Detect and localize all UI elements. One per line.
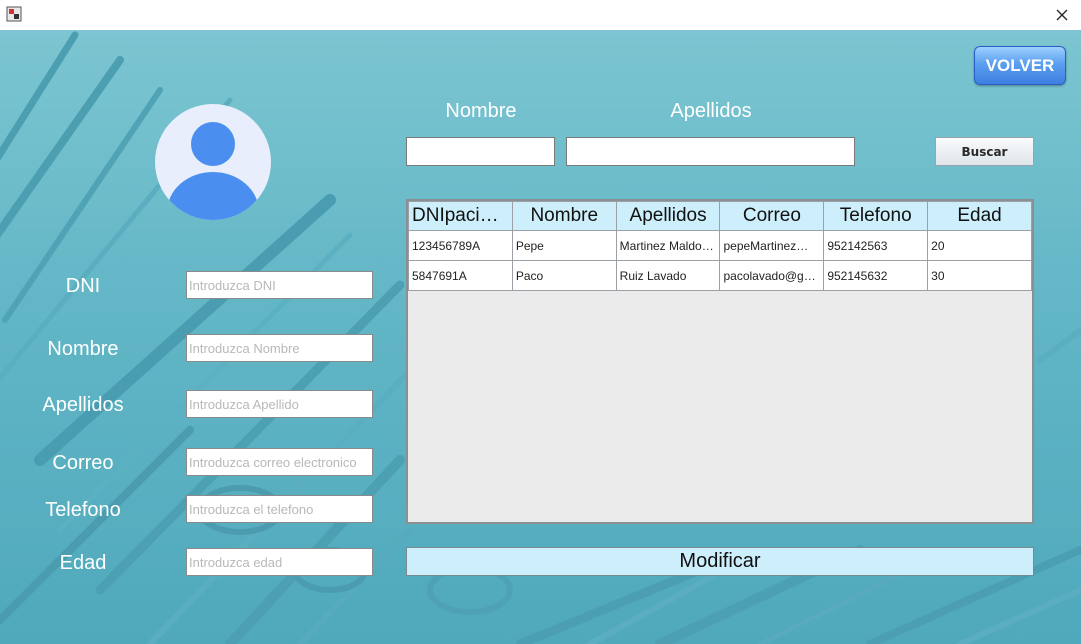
modificar-button[interactable]: Modificar — [406, 547, 1034, 576]
table-row[interactable]: 5847691A Paco Ruiz Lavado pacolavado@gma… — [408, 260, 1032, 291]
apellidos-field[interactable] — [186, 390, 373, 418]
correo-label: Correo — [52, 452, 114, 474]
volver-button[interactable]: VOLVER — [974, 46, 1066, 85]
table-cell[interactable]: 123456789A — [408, 230, 513, 261]
table-cell[interactable]: pepeMartinez@gmail.com — [719, 230, 825, 261]
dni-field[interactable] — [186, 271, 373, 299]
table-header-row: DNIpaciente Nombre Apellidos Correo Tele… — [408, 201, 1032, 231]
buscar-button[interactable]: Buscar — [935, 137, 1034, 166]
user-avatar-icon — [155, 104, 271, 220]
table-row[interactable]: 123456789A Pepe Martinez Maldonado pepeM… — [408, 230, 1032, 261]
table-cell[interactable]: 952142563 — [823, 230, 929, 261]
dni-label: DNI — [65, 275, 101, 297]
table-cell[interactable]: 30 — [927, 260, 1032, 291]
search-apellidos-label: Apellidos — [670, 100, 752, 122]
table-cell[interactable]: 952145632 — [823, 260, 929, 291]
edad-field[interactable] — [186, 548, 373, 576]
table-cell[interactable]: Martinez Maldonado — [615, 230, 721, 261]
column-header-apellidos[interactable]: Apellidos — [615, 201, 721, 231]
search-nombre-input[interactable] — [406, 137, 555, 166]
column-header-telefono[interactable]: Telefono — [823, 201, 929, 231]
close-button[interactable] — [1051, 4, 1073, 26]
column-header-dni[interactable]: DNIpaciente — [408, 201, 513, 231]
column-header-nombre[interactable]: Nombre — [511, 201, 617, 231]
table-cell[interactable]: 5847691A — [408, 260, 513, 291]
nombre-label: Nombre — [47, 338, 119, 360]
correo-field[interactable] — [186, 448, 373, 476]
search-nombre-label: Nombre — [445, 100, 517, 122]
telefono-field[interactable] — [186, 495, 373, 523]
column-header-edad[interactable]: Edad — [927, 201, 1032, 231]
table-cell[interactable]: Pepe — [511, 230, 617, 261]
table-cell[interactable]: Paco — [511, 260, 617, 291]
telefono-label: Telefono — [45, 499, 121, 521]
table-cell[interactable]: pacolavado@gmail.com — [719, 260, 825, 291]
app-icon — [6, 6, 22, 22]
table-cell[interactable]: 20 — [927, 230, 1032, 261]
patients-table[interactable]: DNIpaciente Nombre Apellidos Correo Tele… — [406, 199, 1034, 524]
edad-label: Edad — [59, 552, 107, 574]
nombre-field[interactable] — [186, 334, 373, 362]
title-bar — [0, 0, 1081, 30]
column-header-correo[interactable]: Correo — [719, 201, 825, 231]
apellidos-label: Apellidos — [42, 394, 124, 416]
search-apellidos-input[interactable] — [566, 137, 855, 166]
table-cell[interactable]: Ruiz Lavado — [615, 260, 721, 291]
close-icon — [1056, 9, 1068, 21]
main-panel: VOLVER Nombre Apellidos Buscar DNI Nombr… — [0, 30, 1081, 644]
